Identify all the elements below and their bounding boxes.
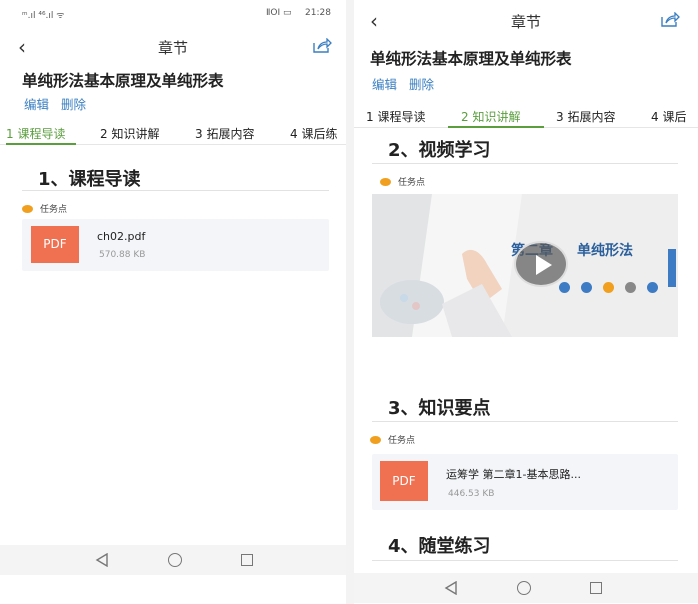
active-tab-indicator xyxy=(6,143,76,145)
task-point-label: 任务点 xyxy=(22,202,67,215)
task-dot-icon xyxy=(370,435,381,444)
system-nav-bar xyxy=(0,545,346,575)
chapter-actions: 编辑 删除 xyxy=(372,74,446,93)
task-point-label: 任务点 xyxy=(370,433,415,446)
video-accent-bar xyxy=(668,249,676,287)
section-divider xyxy=(372,560,678,561)
share-icon[interactable] xyxy=(312,38,332,54)
video-icon-3 xyxy=(603,282,614,293)
edit-link[interactable]: 编辑 xyxy=(372,77,397,92)
practice-section-heading: 4、随堂练习 xyxy=(388,536,491,557)
pdf-file-icon: PDF xyxy=(31,226,79,263)
status-right-icons: ⅡOI ▭ xyxy=(266,8,292,18)
status-time: 21:28 xyxy=(305,8,331,18)
tab-extension[interactable]: 3 拓展内容 xyxy=(556,108,615,125)
delete-link[interactable]: 删除 xyxy=(409,77,434,92)
top-bar: ‹ 章节 xyxy=(0,32,346,62)
file-card[interactable]: PDF 运筹学 第二章1-基本思路... 446.53 KB xyxy=(372,454,678,510)
file-card[interactable]: PDF ch02.pdf 570.88 KB xyxy=(22,219,329,271)
video-topic-label: 单纯形法 xyxy=(577,243,633,259)
chapter-title: 单纯形法基本原理及单纯形表 xyxy=(22,72,224,90)
file-size: 570.88 KB xyxy=(99,250,146,260)
page-title: 章节 xyxy=(157,39,188,57)
video-icon-5 xyxy=(647,282,658,293)
signal-icons: ᵐ.ıl ⁴⁶.ıl ᯤ xyxy=(22,11,65,21)
tab-extension[interactable]: 3 拓展内容 xyxy=(195,125,254,142)
chapter-actions: 编辑 删除 xyxy=(24,94,98,113)
nav-recent-icon[interactable] xyxy=(241,554,253,566)
file-name: 运筹学 第二章1-基本思路... xyxy=(446,468,581,481)
tab-course-intro[interactable]: 1 课程导读 xyxy=(6,125,65,142)
edit-link[interactable]: 编辑 xyxy=(24,97,49,112)
video-icon-1 xyxy=(559,282,570,293)
section-heading: 1、课程导读 xyxy=(38,169,141,190)
top-bar: ‹ 章节 xyxy=(354,6,698,36)
share-icon[interactable] xyxy=(660,12,680,28)
section-divider xyxy=(372,421,678,422)
nav-back-icon[interactable] xyxy=(95,553,109,567)
left-phone-screen: ᵐ.ıl ⁴⁶.ıl ᯤ ⅡOI ▭ 21:28 ‹ 章节 单纯形法基本原理及单… xyxy=(0,0,346,604)
tab-knowledge[interactable]: 2 知识讲解 xyxy=(461,108,520,125)
section-divider xyxy=(372,163,678,164)
active-tab-indicator xyxy=(448,126,544,128)
pdf-file-icon: PDF xyxy=(380,461,428,501)
tab-bar: 1 课程导读 2 知识讲解 3 拓展内容 4 课后 xyxy=(354,104,698,128)
video-icon-2 xyxy=(581,282,592,293)
chapter-title: 单纯形法基本原理及单纯形表 xyxy=(370,50,572,68)
screen-divider xyxy=(346,0,354,604)
tab-course-intro[interactable]: 1 课程导读 xyxy=(366,108,425,125)
tab-bar: 1 课程导读 2 知识讲解 3 拓展内容 4 课后练 xyxy=(0,121,346,145)
tab-knowledge[interactable]: 2 知识讲解 xyxy=(100,125,159,142)
file-name: ch02.pdf xyxy=(97,230,146,243)
file-size: 446.53 KB xyxy=(448,489,495,499)
task-dot-icon xyxy=(380,177,391,186)
video-player[interactable]: 第二章 单纯形法 xyxy=(372,194,678,337)
nav-back-icon[interactable] xyxy=(444,581,458,595)
task-point-label: 任务点 xyxy=(380,175,425,188)
nav-home-icon[interactable] xyxy=(168,553,182,567)
delete-link[interactable]: 删除 xyxy=(61,97,86,112)
tab-homework[interactable]: 4 课后 xyxy=(651,108,686,125)
task-dot-icon xyxy=(22,204,33,213)
system-nav-bar xyxy=(354,573,698,603)
nav-home-icon[interactable] xyxy=(517,581,531,595)
right-phone-screen: ‹ 章节 单纯形法基本原理及单纯形表 编辑 删除 1 课程导读 2 知识讲解 3 … xyxy=(354,0,698,604)
knowledge-section-heading: 3、知识要点 xyxy=(388,398,491,419)
section-divider xyxy=(22,190,329,191)
nav-recent-icon[interactable] xyxy=(590,582,602,594)
play-icon[interactable] xyxy=(514,241,568,287)
video-icon-4 xyxy=(625,282,636,293)
page-title: 章节 xyxy=(510,13,541,31)
video-section-heading: 2、视频学习 xyxy=(388,140,491,161)
tab-homework[interactable]: 4 课后练 xyxy=(290,125,337,142)
